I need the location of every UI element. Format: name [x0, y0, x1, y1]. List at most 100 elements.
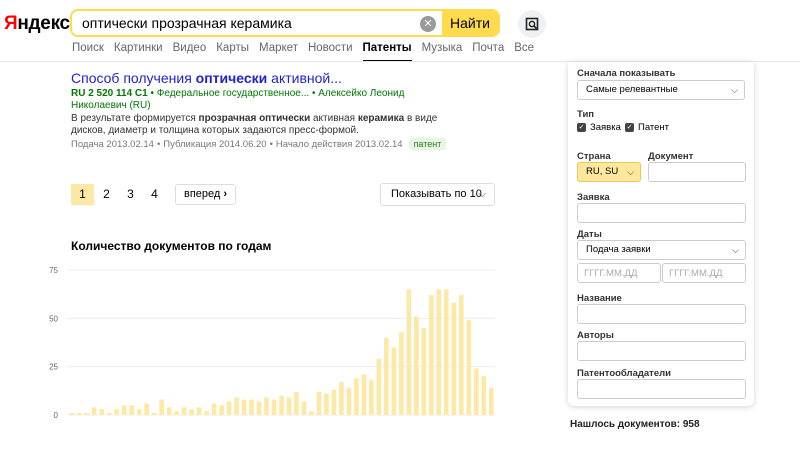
chart-bar[interactable]	[451, 302, 457, 415]
chart-bar[interactable]	[488, 387, 494, 415]
chart-bar[interactable]	[271, 399, 277, 415]
tab-news[interactable]: Новости	[308, 42, 353, 62]
per-page-select[interactable]: Показывать по 10 ⌵	[380, 183, 495, 206]
type-application-checkbox[interactable]: ✓ Заявка	[577, 122, 621, 133]
chart-bar[interactable]	[166, 407, 172, 415]
document-input[interactable]	[648, 162, 746, 182]
chevron-down-icon: ⌵	[731, 85, 738, 95]
chart-bar[interactable]	[376, 358, 382, 415]
authors-input[interactable]	[577, 341, 746, 361]
chart-bar[interactable]	[339, 382, 344, 415]
image-search-icon[interactable]	[518, 10, 546, 38]
chart-bar[interactable]	[144, 403, 149, 415]
chart-bar[interactable]	[301, 401, 307, 415]
tab-music[interactable]: Музыка	[422, 42, 463, 62]
owners-input[interactable]	[577, 379, 746, 399]
chart-bar[interactable]	[249, 399, 254, 415]
chart-bar[interactable]	[204, 411, 209, 415]
chart-bar[interactable]	[481, 376, 487, 415]
chart-bar[interactable]	[346, 387, 352, 415]
nav-tabs: Поиск Картинки Видео Карты Маркет Новост…	[72, 42, 544, 62]
chevron-down-icon: ⌵	[627, 167, 634, 177]
chart-bar[interactable]	[421, 328, 427, 415]
chart-bar[interactable]	[226, 401, 232, 415]
chart-bar[interactable]	[384, 337, 389, 415]
date-to-input[interactable]	[662, 263, 746, 283]
chart-bar[interactable]	[436, 289, 442, 415]
chart-bar[interactable]	[458, 295, 464, 415]
page-3-button[interactable]: 3	[119, 184, 142, 205]
result-title-link[interactable]: Способ получения оптически активной...	[71, 70, 342, 86]
chart-bar[interactable]	[406, 289, 412, 415]
chart-bar[interactable]	[324, 393, 329, 415]
chart-bar[interactable]	[211, 403, 217, 415]
chart-bar[interactable]	[443, 289, 449, 415]
chart-bar[interactable]	[429, 295, 434, 415]
chart-bar[interactable]	[331, 389, 337, 415]
chart-bar[interactable]	[196, 407, 202, 415]
search-button[interactable]: Найти	[442, 11, 498, 35]
y-tick-label: 25	[49, 363, 58, 372]
chart-bar[interactable]	[286, 397, 292, 415]
country-select[interactable]: RU, SU ⌵	[577, 162, 641, 182]
chart-bar[interactable]	[294, 391, 299, 415]
chart-bar[interactable]	[354, 378, 359, 415]
yandex-logo[interactable]: Яндекс	[4, 13, 70, 35]
next-page-button[interactable]: вперед ›	[175, 184, 237, 205]
chevron-right-icon: ›	[223, 188, 228, 200]
dates-select[interactable]: Подача заявки ⌵	[577, 240, 746, 260]
chart-bar[interactable]	[84, 413, 90, 415]
chart-bar[interactable]	[256, 401, 262, 415]
name-input[interactable]	[577, 304, 746, 324]
chart-bar[interactable]	[181, 407, 187, 415]
chart-bar[interactable]	[136, 409, 142, 415]
chart-bar[interactable]	[391, 347, 397, 415]
tab-video[interactable]: Видео	[173, 42, 207, 62]
chart-bar[interactable]	[316, 391, 322, 415]
chart-bar[interactable]	[174, 411, 179, 415]
chart-bar[interactable]	[473, 368, 479, 415]
tab-search[interactable]: Поиск	[72, 42, 104, 62]
sort-select[interactable]: Самые релевантные ⌵	[577, 80, 745, 100]
chart-bar[interactable]	[414, 316, 419, 415]
search-input[interactable]	[72, 11, 420, 35]
tab-patents[interactable]: Патенты	[362, 42, 412, 62]
page-4-button[interactable]: 4	[143, 184, 166, 205]
chart-bar[interactable]	[114, 409, 120, 415]
chart-bar[interactable]	[241, 399, 247, 415]
chart-bar[interactable]	[234, 397, 239, 415]
chart-bar[interactable]	[264, 397, 269, 415]
chart-bar[interactable]	[466, 320, 472, 415]
type-patent-checkbox[interactable]: ✓ Патент	[625, 122, 669, 133]
page-1-button[interactable]: 1	[71, 184, 94, 205]
page-2-button[interactable]: 2	[95, 184, 118, 205]
chart-bar[interactable]	[159, 399, 164, 415]
country-value: RU, SU	[586, 166, 619, 177]
chart-bar[interactable]	[129, 405, 134, 415]
chart-bar[interactable]	[189, 409, 194, 415]
application-input[interactable]	[577, 203, 746, 223]
tab-images[interactable]: Картинки	[114, 42, 163, 62]
date-from-input[interactable]	[577, 263, 661, 283]
chart-bar[interactable]	[219, 405, 224, 415]
tab-all[interactable]: Все	[514, 42, 534, 62]
published-label: Публикация	[163, 138, 217, 150]
chart-bar[interactable]	[151, 413, 157, 415]
chart-bar[interactable]	[91, 407, 97, 415]
tab-mail[interactable]: Почта	[472, 42, 504, 62]
tab-market[interactable]: Маркет	[259, 42, 298, 62]
name-label: Название	[577, 293, 622, 304]
chart-bar[interactable]	[309, 411, 314, 415]
chart-bar[interactable]	[121, 405, 127, 415]
chart-bar[interactable]	[69, 413, 75, 415]
chart-bar[interactable]	[106, 413, 112, 415]
close-icon[interactable]: ✕	[420, 16, 436, 32]
chart-bar[interactable]	[76, 413, 82, 415]
chart-bar[interactable]	[361, 374, 367, 415]
chart-bar[interactable]	[399, 331, 404, 415]
results-count: Нашлось документов: 958	[570, 419, 700, 430]
chart-bar[interactable]	[279, 395, 284, 415]
chart-bar[interactable]	[369, 380, 374, 415]
tab-maps[interactable]: Карты	[216, 42, 249, 62]
chart-bar[interactable]	[99, 409, 105, 415]
